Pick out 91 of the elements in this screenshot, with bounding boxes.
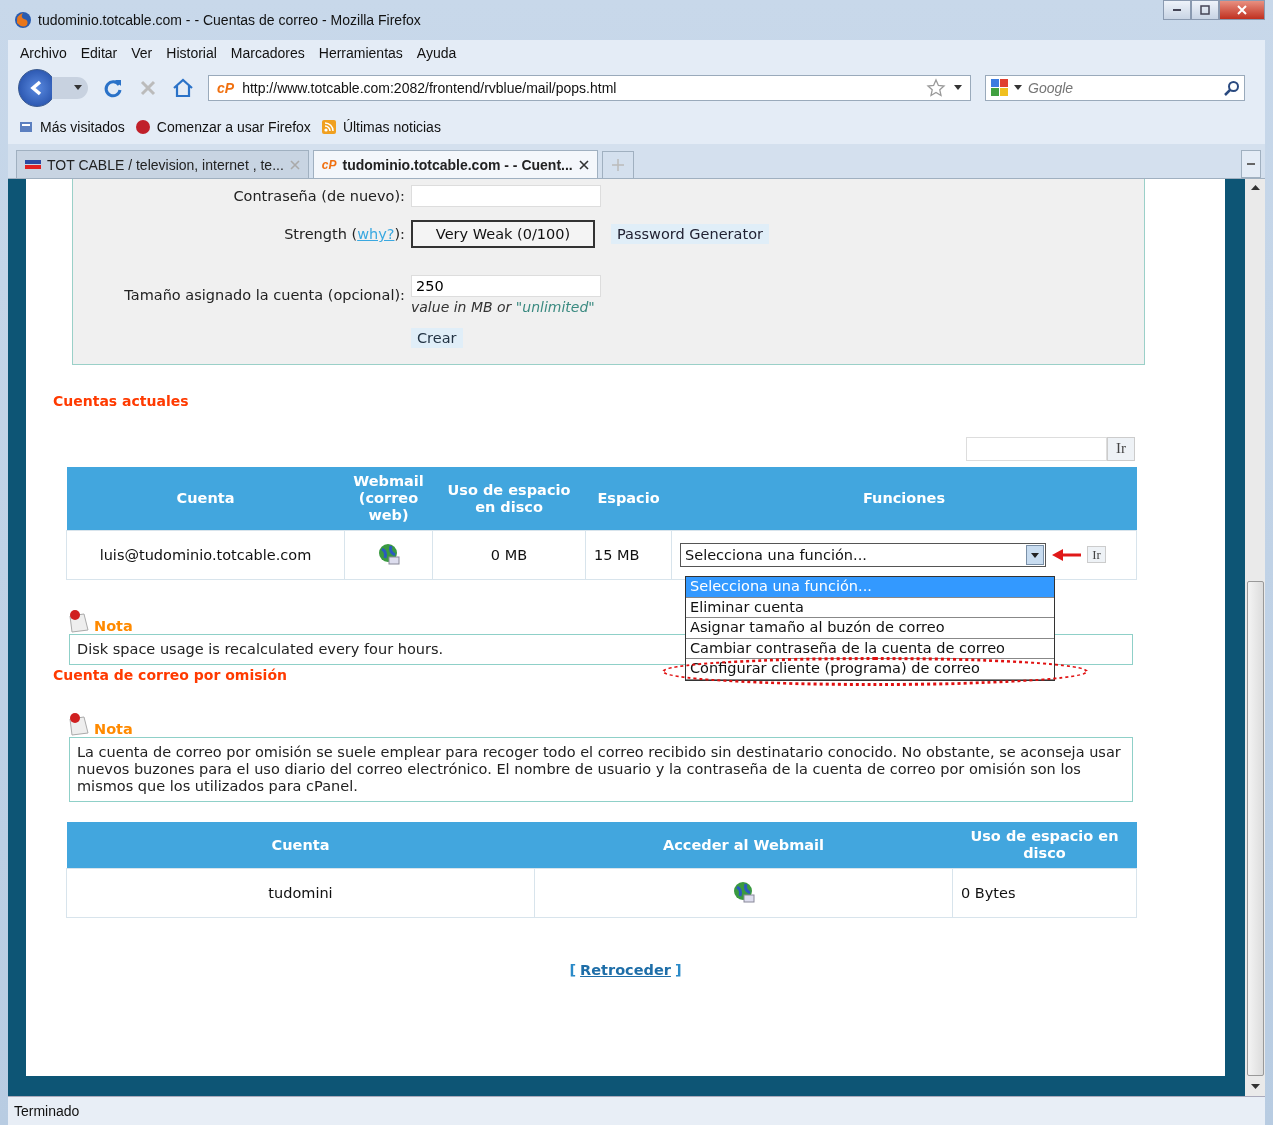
- note-title: Nota: [94, 721, 133, 737]
- column-header: Cuenta: [66, 467, 345, 531]
- go-button[interactable]: Ir: [1087, 546, 1106, 563]
- search-icon[interactable]: [1224, 80, 1240, 96]
- function-dropdown[interactable]: Selecciona una función...: [680, 543, 1046, 567]
- field-label: Strength (why?):: [283, 226, 405, 242]
- star-icon[interactable]: [926, 78, 946, 98]
- window-title: tudominio.totcable.com - - Cuentas de correo - Mozilla Firefox: [38, 12, 421, 28]
- table-cell: tudomini: [66, 868, 535, 918]
- status-text: Terminado: [14, 1103, 80, 1119]
- scrollbar[interactable]: [1245, 179, 1265, 1096]
- field-label: Tamaño asignado la cuenta (opcional):: [123, 287, 405, 303]
- back-link[interactable]: Retroceder: [580, 962, 671, 978]
- column-header: Espacio: [585, 467, 672, 531]
- menu-item[interactable]: Historial: [166, 45, 217, 61]
- column-header: Webmail (correo web): [344, 467, 433, 531]
- site-icon: cP: [217, 80, 235, 96]
- pointer-arrow-icon: [1050, 547, 1083, 563]
- pinned-note-icon: [66, 608, 92, 634]
- quota-field[interactable]: 250: [411, 275, 601, 297]
- flag-icon: [25, 159, 41, 170]
- column-header: Uso de espacio en disco: [432, 467, 586, 531]
- column-header: Funciones: [671, 467, 1137, 531]
- bookmark-item[interactable]: Últimas noticias: [320, 119, 441, 135]
- close-button[interactable]: [1219, 0, 1265, 20]
- up-arrow-icon[interactable]: [1250, 185, 1260, 191]
- strength-meter: Very Weak (0/100): [411, 220, 595, 248]
- bracket-text: [: [569, 962, 577, 978]
- table-cell: 15 MB: [585, 530, 672, 580]
- browser-logo-icon: [14, 11, 32, 29]
- rss-feed-icon: [320, 119, 337, 135]
- password-field[interactable]: [411, 185, 601, 207]
- caret-icon: [74, 85, 82, 91]
- tab-list-button[interactable]: [1241, 150, 1261, 178]
- caret-icon[interactable]: [954, 85, 962, 91]
- site-icon: cP: [321, 157, 337, 172]
- bookmark-item[interactable]: Comenzar a usar Firefox: [134, 119, 311, 135]
- section-heading: Cuenta de correo por omisión: [53, 667, 287, 683]
- go-button[interactable]: Ir: [1107, 437, 1135, 461]
- section-heading: Cuentas actuales: [53, 393, 189, 409]
- browser-tab[interactable]: TOT CABLE / television, internet , te...: [16, 150, 309, 178]
- bracket-text: ]: [674, 962, 682, 978]
- search-field[interactable]: [966, 437, 1107, 461]
- column-header: Cuenta: [66, 822, 535, 869]
- search-engine-icon: [990, 78, 1010, 98]
- maximize-button[interactable]: [1191, 0, 1219, 20]
- dropdown-option[interactable]: Configurar cliente (programa) de correo: [686, 659, 1054, 680]
- webmail-globe-icon[interactable]: [731, 879, 756, 904]
- url-text: http://www.totcable.com:2082/frontend/rvblue/mail/pops.html: [242, 80, 618, 96]
- menu-item[interactable]: Ver: [131, 45, 153, 61]
- maximize-icon: [1200, 5, 1210, 15]
- close-icon: [1236, 5, 1248, 15]
- home-icon[interactable]: [172, 78, 194, 98]
- browser-tab[interactable]: cP tudominio.totcable.com - - Cuent...: [312, 150, 598, 178]
- caret-icon: [1014, 85, 1022, 91]
- table-cell: 0 Bytes: [952, 868, 1137, 918]
- create-button[interactable]: Crear: [411, 328, 463, 348]
- close-icon[interactable]: [578, 159, 589, 170]
- minimize-icon: [1173, 9, 1181, 11]
- plus-icon: [611, 159, 624, 171]
- reload-icon[interactable]: [102, 77, 124, 99]
- menu-item[interactable]: Herramientas: [318, 45, 403, 61]
- caret-icon: [1031, 552, 1039, 558]
- note-title: Nota: [94, 618, 133, 634]
- menu-item[interactable]: Marcadores: [230, 45, 305, 61]
- menu-item[interactable]: Editar: [80, 45, 118, 61]
- scrollbar-thumb[interactable]: [1246, 581, 1264, 1076]
- field-label: Contraseña (de nuevo):: [232, 188, 405, 204]
- table-cell: 0 MB: [432, 530, 586, 580]
- pinned-note-icon: [66, 711, 92, 737]
- hint-text: value in MB or "unlimited": [411, 299, 596, 315]
- bookmark-folder-icon: [18, 119, 34, 135]
- column-header: Uso de espacio en disco: [952, 822, 1137, 869]
- dropdown-option[interactable]: Eliminar cuenta: [686, 597, 1054, 618]
- bookmark-item[interactable]: Más visitados: [18, 119, 125, 135]
- table-cell: luis@tudominio.totcable.com: [66, 530, 345, 580]
- minimize-button[interactable]: [1163, 0, 1191, 20]
- search-bar[interactable]: Google: [985, 75, 1245, 101]
- page-icon: [134, 119, 151, 135]
- dash-icon: [1247, 162, 1255, 166]
- menu-item[interactable]: Archivo: [20, 45, 67, 61]
- menu-item[interactable]: Ayuda: [416, 45, 457, 61]
- webmail-globe-icon[interactable]: [376, 541, 401, 566]
- down-arrow-icon[interactable]: [1250, 1084, 1260, 1090]
- dropdown-option[interactable]: Asignar tamaño al buzón de correo: [686, 618, 1054, 639]
- column-header: Acceder al Webmail: [534, 822, 953, 869]
- note-text: La cuenta de correo por omisión se suele emplear para recoger todo el correo recibido sin destinatario conocido. No obstante, se aconseja usar nuevos buzones para el uso diario del correo electrónico. El nombre de usuario y la contraseña de la cuenta de correo por omisión son los mismos que los utilizados para cPanel.: [69, 737, 1133, 802]
- password-generator-button[interactable]: Password Generator: [611, 224, 769, 244]
- address-bar[interactable]: cP http://www.totcable.com:2082/frontend/rvblue/mail/pops.html: [208, 75, 971, 101]
- dropdown-option[interactable]: Cambiar contraseña de la cuenta de correo: [686, 638, 1054, 659]
- forward-button[interactable]: [52, 77, 88, 99]
